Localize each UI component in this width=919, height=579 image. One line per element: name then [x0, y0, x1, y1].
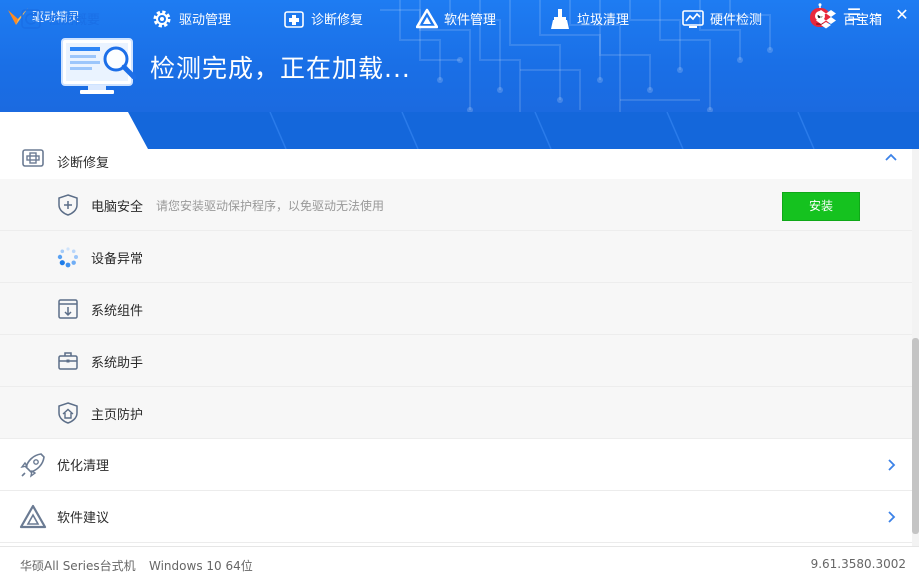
scrollbar-thumb[interactable]	[912, 338, 919, 534]
monitor-scan-icon	[61, 38, 137, 94]
tab-label: 百宝箱	[843, 13, 883, 28]
tab-overview[interactable]: 检测概要	[20, 0, 100, 37]
item-name: 系统组件	[91, 304, 144, 319]
diagnose-item-device-error: 设备异常	[0, 231, 912, 283]
triangle-logo-icon	[416, 8, 438, 30]
section-label: 软件建议	[57, 511, 110, 526]
section-software-suggestions[interactable]: 软件建议	[0, 491, 912, 543]
medical-cross-icon	[283, 8, 305, 30]
download-box-icon	[58, 299, 78, 319]
item-name: 主页防护	[91, 408, 144, 423]
section-label: 诊断修复	[57, 156, 110, 171]
os-info: Windows 10 64位	[149, 559, 253, 573]
tab-hardware-detection[interactable]: 硬件检测	[682, 0, 762, 37]
chevron-right-icon[interactable]	[884, 458, 898, 472]
section-optimize-cleanup[interactable]: 优化清理	[0, 439, 912, 491]
status-title: 检测完成，正在加载...	[150, 54, 411, 83]
shield-plus-icon	[58, 194, 78, 216]
chart-monitor-icon	[682, 8, 704, 30]
diagnose-item-system-components: 系统组件	[0, 283, 912, 335]
close-button[interactable]: ✕	[891, 4, 913, 26]
tab-diagnose-repair[interactable]: 诊断修复	[283, 0, 363, 37]
rocket-icon	[20, 453, 45, 478]
content-panel: 诊断修复 电脑安全 请您安装驱动保护程序，以免驱动无法使用 安装 设备异常 系统…	[0, 149, 912, 546]
tab-label: 诊断修复	[311, 13, 364, 28]
tab-label: 软件管理	[444, 13, 497, 28]
triangle-logo-icon	[19, 504, 47, 529]
chevron-up-icon[interactable]	[884, 151, 898, 165]
diagnose-item-homepage-protection: 主页防护	[0, 387, 912, 439]
app-version: 9.61.3580.3002	[810, 557, 906, 571]
diagnose-item-system-assistant: 系统助手	[0, 335, 912, 387]
chevron-right-icon[interactable]	[884, 510, 898, 524]
toolbox-icon	[58, 352, 78, 370]
home-shield-icon	[58, 402, 78, 424]
tab-driver-management[interactable]: 驱动管理	[151, 0, 231, 37]
tab-junk-cleanup[interactable]: 垃圾清理	[549, 0, 629, 37]
item-name: 设备异常	[91, 252, 144, 267]
section-label: 优化清理	[57, 459, 110, 474]
loading-spinner-icon	[57, 247, 78, 268]
gear-icon	[151, 8, 173, 30]
refresh-icon	[20, 8, 42, 30]
tab-toolbox[interactable]: 百宝箱	[815, 0, 882, 37]
tab-label: 检测概要	[48, 13, 101, 28]
active-tab-background	[0, 112, 148, 149]
broom-icon	[549, 8, 571, 30]
tab-software-management[interactable]: 软件管理	[416, 0, 496, 37]
item-description: 请您安装驱动保护程序，以免驱动无法使用	[156, 199, 385, 213]
install-button[interactable]: 安装	[782, 192, 860, 221]
section-diagnose-repair[interactable]: 诊断修复	[0, 149, 912, 180]
repair-box-icon	[22, 149, 44, 167]
status-bar: 华硕All Series台式机 Windows 10 64位 9.61.3580…	[0, 546, 919, 579]
tab-label: 驱动管理	[179, 13, 232, 28]
tab-label: 硬件检测	[710, 13, 763, 28]
dropbox-icon	[815, 8, 837, 30]
tab-label: 垃圾清理	[577, 13, 630, 28]
item-name: 系统助手	[91, 356, 144, 371]
computer-model: 华硕All Series台式机	[20, 559, 136, 573]
diagnose-item-pc-security: 电脑安全 请您安装驱动保护程序，以免驱动无法使用 安装	[0, 179, 912, 231]
item-name: 电脑安全	[91, 200, 144, 215]
